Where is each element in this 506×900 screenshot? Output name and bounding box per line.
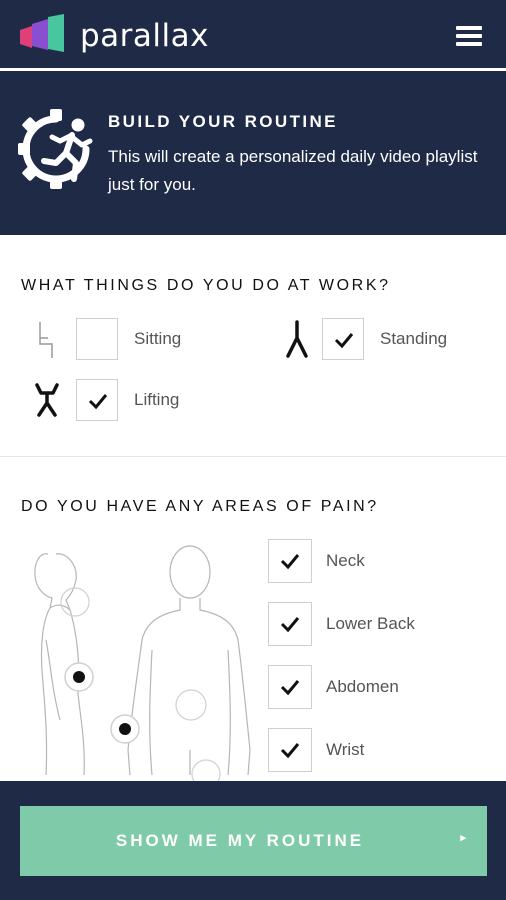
hamburger-menu-icon[interactable] bbox=[456, 26, 482, 46]
abdomen-checkbox[interactable] bbox=[268, 665, 312, 709]
sitting-label: Sitting bbox=[134, 329, 182, 348]
parallax-logo-icon bbox=[18, 14, 68, 57]
wrist-label: Wrist bbox=[326, 740, 365, 759]
banner-description: This will create a personalized daily vi… bbox=[108, 147, 478, 194]
lifting-icon bbox=[34, 383, 60, 422]
sitting-icon bbox=[36, 320, 58, 365]
standing-checkbox[interactable] bbox=[322, 318, 364, 360]
lower-back-checkbox[interactable] bbox=[268, 602, 312, 646]
routine-banner: BUILD YOUR ROUTINE This will create a pe… bbox=[0, 71, 506, 235]
lower-back-label: Lower Back bbox=[326, 614, 415, 633]
play-arrow-icon: ▸ bbox=[460, 832, 469, 844]
neck-checkbox[interactable] bbox=[268, 539, 312, 583]
work-question: WHAT THINGS DO YOU DO AT WORK? bbox=[21, 277, 391, 294]
standing-icon bbox=[284, 320, 310, 363]
section-divider bbox=[0, 456, 506, 457]
standing-label: Standing bbox=[380, 329, 448, 348]
neck-label: Neck bbox=[326, 551, 365, 570]
lifting-label: Lifting bbox=[134, 390, 180, 409]
body-map[interactable] bbox=[0, 530, 260, 789]
brand-name: parallax bbox=[80, 18, 209, 54]
show-routine-label: SHOW ME MY ROUTINE bbox=[115, 831, 365, 850]
pain-question: DO YOU HAVE ANY AREAS OF PAIN? bbox=[21, 498, 379, 515]
app-bar: parallax bbox=[0, 0, 506, 68]
gear-running-person-icon bbox=[16, 107, 100, 196]
abdomen-label: Abdomen bbox=[326, 677, 399, 696]
banner-title: BUILD YOUR ROUTINE bbox=[108, 112, 338, 131]
wrist-checkbox[interactable] bbox=[268, 728, 312, 772]
sitting-checkbox[interactable] bbox=[76, 318, 118, 360]
lifting-checkbox[interactable] bbox=[76, 379, 118, 421]
show-routine-button[interactable]: SHOW ME MY ROUTINE ▸ bbox=[20, 806, 487, 876]
